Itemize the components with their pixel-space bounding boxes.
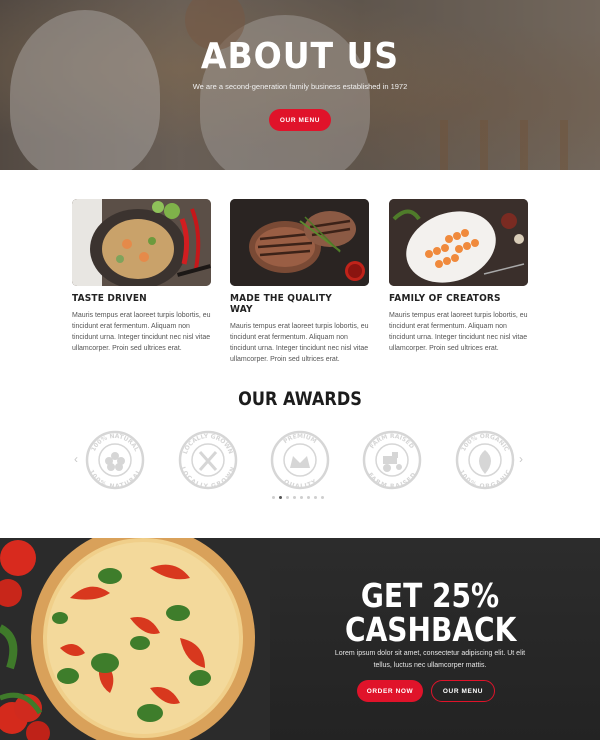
svg-text:LOCALLY GROWN: LOCALLY GROWN: [179, 466, 237, 490]
shrimp-platter-image: [389, 199, 528, 286]
badge-top-text: 100% NATURAL: [90, 433, 140, 453]
promo-text: Lorem ipsum dolor sit amet, consectetur …: [334, 650, 526, 669]
crown-icon: PREMIUMQUALITY: [270, 430, 330, 490]
feature-title: MADE THE QUALITY WAY: [230, 293, 332, 315]
svg-text:100% NATURAL: 100% NATURAL: [90, 433, 140, 453]
pagination-dot[interactable]: [300, 496, 303, 499]
tractor-icon: FARM RAISED FARM RAISED: [362, 430, 422, 490]
pizza-image: [0, 538, 270, 740]
award-badge: LOCALLY GROWN LOCALLY GROWN: [178, 430, 238, 490]
badge-bottom-text: LOCALLY GROWN: [179, 466, 237, 490]
feature-text: Mauris tempus erat laoreet turpis lobort…: [72, 312, 211, 352]
badge-top-text: 100% ORGANIC: [460, 433, 510, 453]
promo-title-line2: CASHBACK: [345, 610, 517, 649]
badge-bottom-text: FARM RAISED: [366, 472, 417, 490]
awards-heading: OUR AWARDS: [238, 388, 362, 410]
pagination-dot[interactable]: [286, 496, 289, 499]
page-title: ABOUT US: [200, 36, 400, 77]
flower-icon: 100% NATURAL100% NATURAL: [85, 430, 145, 490]
feature-card: TASTE DRIVEN Mauris tempus erat laoreet …: [72, 199, 211, 354]
award-badge: FARM RAISED FARM RAISED: [362, 430, 422, 490]
award-badge: PREMIUM QUALITY: [270, 430, 330, 490]
svg-text:FARM RAISED: FARM RAISED: [369, 433, 415, 450]
pagination-dot[interactable]: [272, 496, 275, 499]
leaf-icon: 100% ORGANIC100% ORGANIC: [455, 430, 515, 490]
svg-text:FARM RAISED: FARM RAISED: [366, 472, 417, 490]
pagination-dot[interactable]: [279, 496, 282, 499]
feature-title: TASTE DRIVEN: [72, 293, 147, 304]
hero-subtitle: We are a second-generation family busine…: [192, 82, 408, 91]
carousel-pagination: [272, 496, 324, 499]
carousel-prev-icon[interactable]: ‹: [74, 452, 78, 466]
feature-title: FAMILY OF CREATORS: [389, 293, 501, 304]
feature-card: FAMILY OF CREATORS Mauris tempus erat la…: [389, 199, 528, 354]
hero-section: ABOUT US We are a second-generation fami…: [0, 0, 600, 170]
pagination-dot[interactable]: [307, 496, 310, 499]
cashback-promo-section: GET 25% CASHBACK Lorem ipsum dolor sit a…: [0, 538, 600, 740]
award-badge: 100% ORGANIC 100% ORGANIC: [455, 430, 515, 490]
steak-image: [230, 199, 369, 286]
badge-top-text: FARM RAISED: [369, 433, 415, 450]
pasta-image: [72, 199, 211, 286]
award-badge: 100% NATURAL 100% NATURAL: [85, 430, 145, 490]
feature-card: MADE THE QUALITY WAY Mauris tempus erat …: [230, 199, 369, 365]
carousel-next-icon[interactable]: ›: [519, 452, 523, 466]
feature-text: Mauris tempus erat laoreet turpis lobort…: [389, 312, 528, 352]
svg-text:100% ORGANIC: 100% ORGANIC: [460, 433, 510, 453]
our-menu-button[interactable]: OUR MENU: [269, 109, 331, 131]
feature-text: Mauris tempus erat laoreet turpis lobort…: [230, 323, 369, 363]
our-menu-outline-button[interactable]: OUR MENU: [431, 680, 495, 702]
page-bottom: [0, 740, 600, 750]
garden-tools-icon: LOCALLY GROWNLOCALLY GROWN: [178, 430, 238, 490]
pagination-dot[interactable]: [314, 496, 317, 499]
pagination-dot[interactable]: [321, 496, 324, 499]
pagination-dot[interactable]: [293, 496, 296, 499]
order-now-button[interactable]: ORDER NOW: [357, 680, 423, 702]
